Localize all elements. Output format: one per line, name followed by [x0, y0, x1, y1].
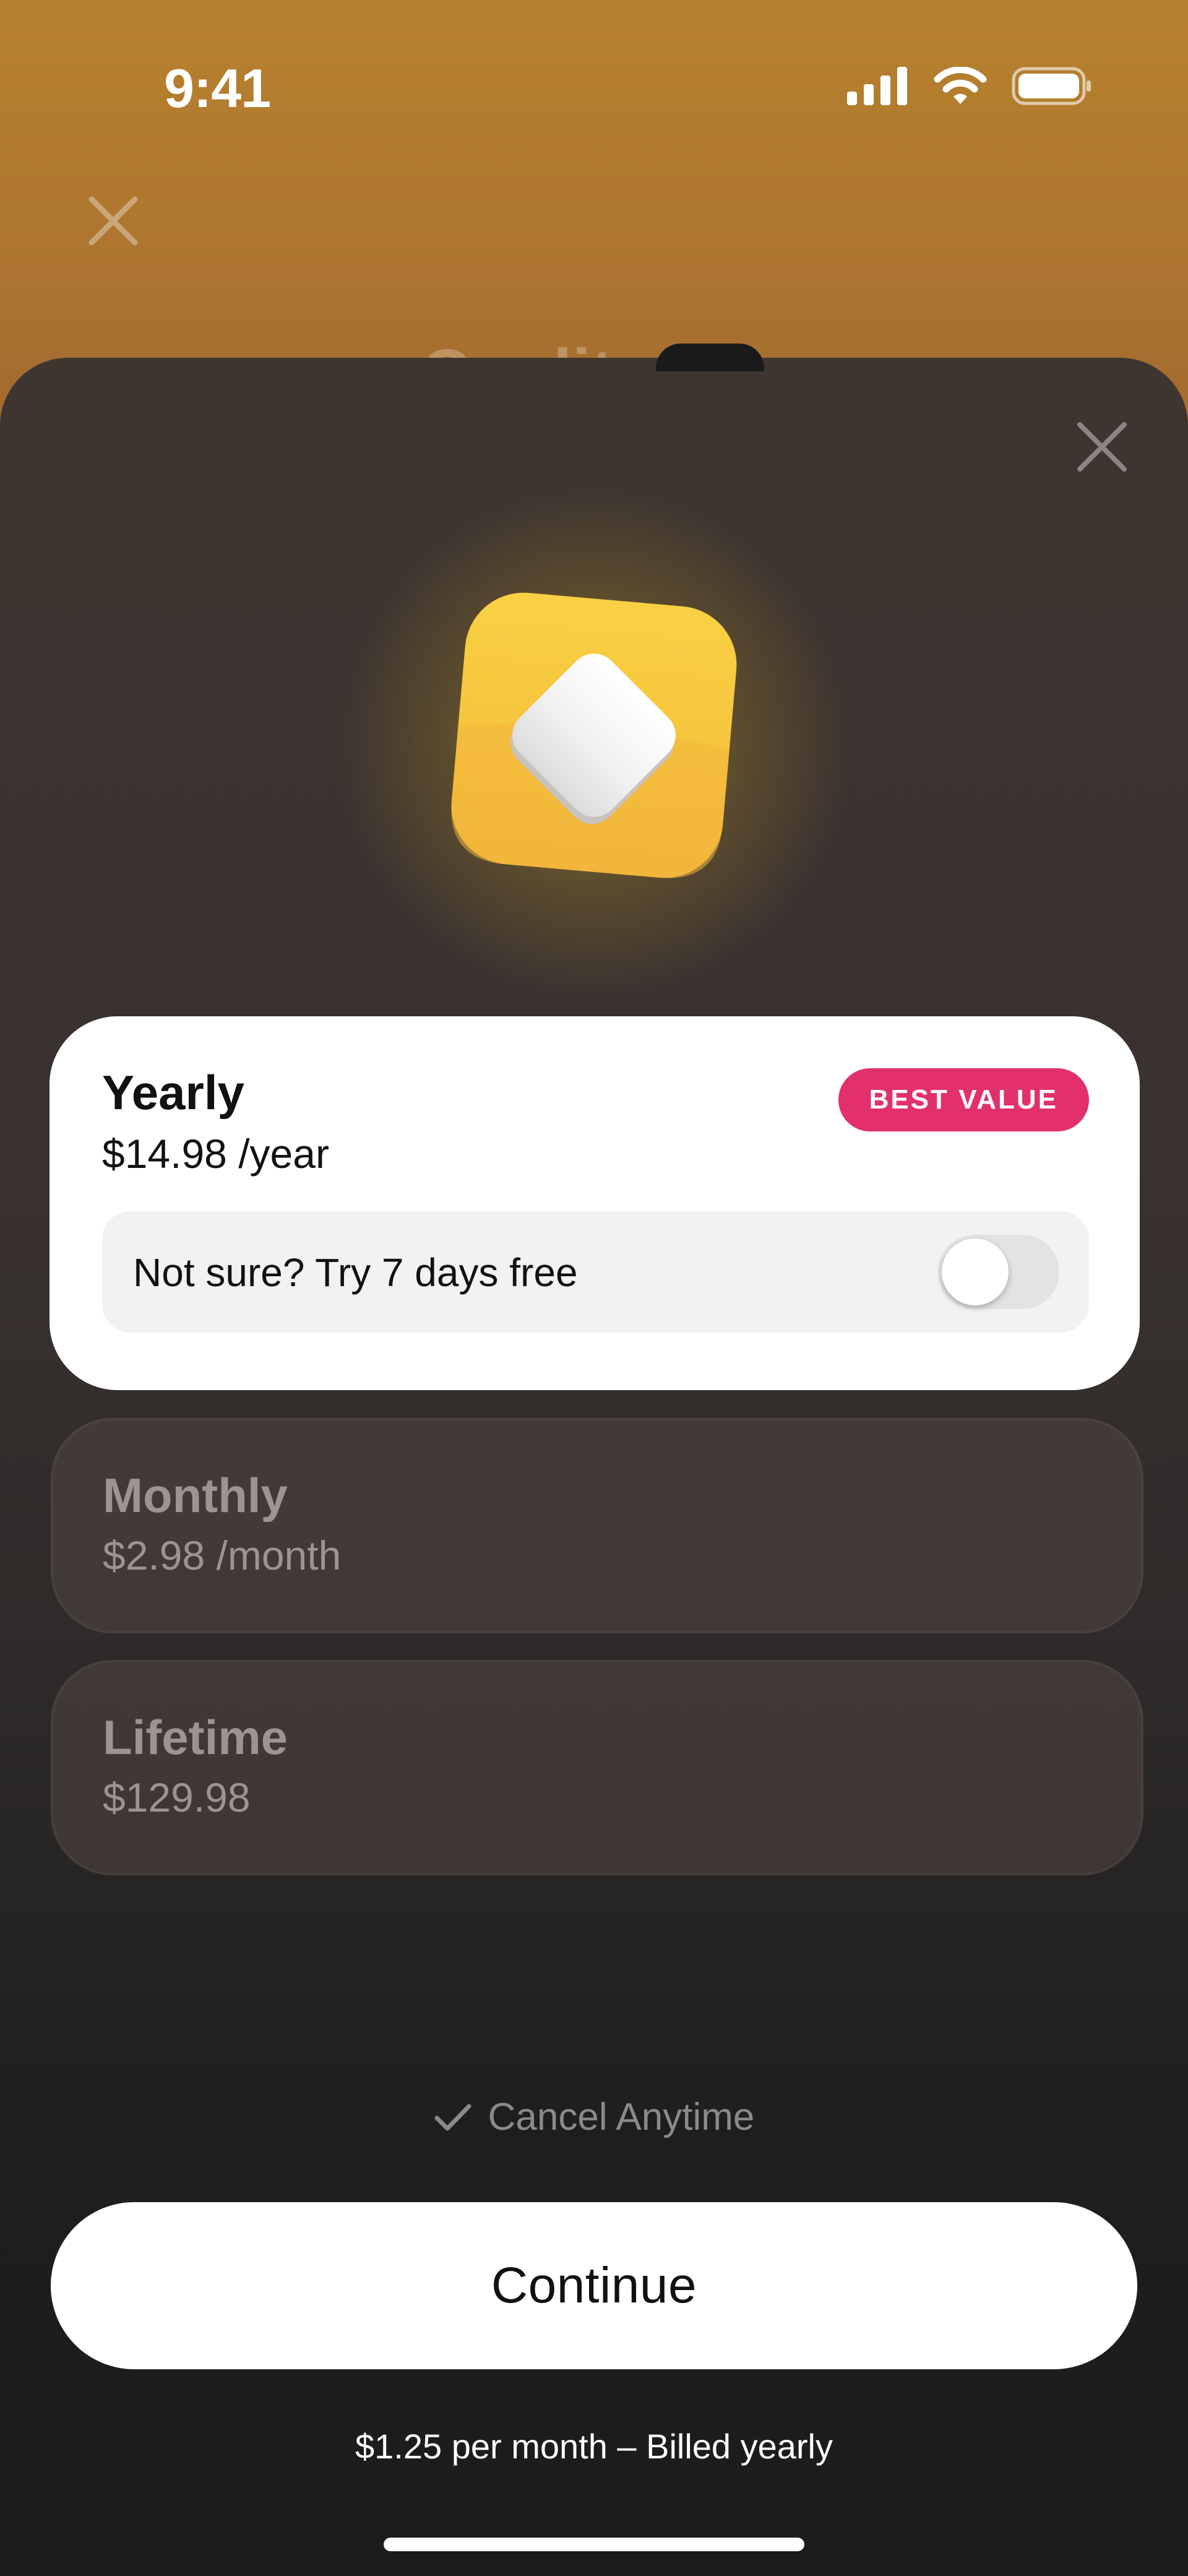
plan-name: Monthly — [103, 1468, 288, 1523]
cellular-signal-icon — [847, 67, 907, 105]
free-trial-toggle[interactable] — [938, 1235, 1059, 1309]
battery-icon — [1012, 67, 1091, 105]
sheet-notch — [656, 344, 764, 371]
plan-price: $14.98 /year — [102, 1131, 329, 1177]
best-value-badge: BEST VALUE — [838, 1068, 1089, 1131]
checkmark-icon — [434, 2104, 471, 2130]
status-time: 9:41 — [164, 58, 271, 119]
plan-card-yearly[interactable]: Yearly $14.98 /year BEST VALUE Not sure?… — [50, 1016, 1140, 1390]
status-icons — [847, 67, 1092, 105]
plan-price: $129.98 — [103, 1774, 251, 1820]
plan-price: $2.98 /month — [103, 1532, 342, 1578]
free-trial-row: Not sure? Try 7 days free — [102, 1211, 1089, 1333]
home-indicator[interactable] — [384, 2538, 804, 2551]
free-trial-label: Not sure? Try 7 days free — [133, 1250, 578, 1295]
plan-card-monthly[interactable]: Monthly $2.98 /month — [51, 1418, 1143, 1633]
billing-note: $1.25 per month – Billed yearly — [355, 2427, 833, 2466]
background-close-icon — [88, 196, 138, 246]
wifi-icon — [934, 67, 987, 104]
continue-button[interactable]: Continue — [51, 2202, 1137, 2369]
cancel-anytime-note: Cancel Anytime — [0, 2095, 1188, 2139]
toggle-knob — [942, 1238, 1009, 1305]
app-logo-icon — [451, 592, 737, 878]
cancel-anytime-label: Cancel Anytime — [488, 2096, 755, 2138]
plan-card-lifetime[interactable]: Lifetime $129.98 — [51, 1660, 1143, 1875]
plan-name: Yearly — [102, 1065, 244, 1120]
close-icon[interactable] — [1075, 420, 1129, 474]
plan-name: Lifetime — [103, 1710, 288, 1765]
